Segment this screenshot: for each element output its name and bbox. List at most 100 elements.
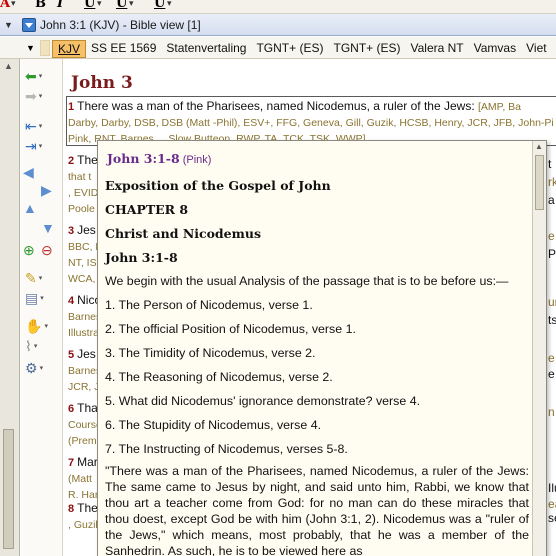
zoom-in-icon: ⊕	[23, 242, 35, 258]
verse-refs[interactable]: NT, IS	[68, 257, 97, 269]
verse-refs[interactable]: (Prem	[68, 435, 97, 447]
verse-refs[interactable]: JCR, J	[68, 381, 100, 393]
popup-point: 1. The Person of Nicodemus, verse 1.	[105, 298, 313, 312]
popup-reference[interactable]: John 3:1-8	[107, 151, 180, 166]
chevron-down-icon[interactable]: ▾	[39, 122, 43, 130]
popup-scrollbar[interactable]: ▲	[532, 141, 546, 556]
popup-heading: John 3:1-8	[105, 250, 178, 265]
scrollbar-thumb[interactable]	[535, 155, 544, 210]
sync-left-button[interactable]: ◀	[23, 163, 49, 181]
verse-fragment: e	[548, 351, 555, 365]
back-arrow-icon: ⬅	[25, 68, 37, 84]
page-icon: ▤	[25, 290, 39, 306]
chevron-down-icon[interactable]: ▾	[39, 92, 43, 100]
verse-refs[interactable]: (Matt	[68, 473, 92, 485]
verse-1[interactable]: 1 There was a man of the Pharisees, named…	[68, 98, 556, 115]
chevron-down-icon[interactable]: ▾	[39, 72, 43, 80]
verse-refs[interactable]: Darby, Darby, DSB, DSB (Matt -Phil), ESV…	[68, 117, 554, 129]
chevron-down-icon[interactable]: ▾	[40, 364, 44, 372]
verse-refs[interactable]: [AMP, Ba	[478, 101, 521, 113]
font-color-button[interactable]: A	[0, 0, 10, 11]
previous-chapter-button[interactable]: ⇤ ▾	[25, 117, 51, 135]
version-tab[interactable]: Vulgate	[552, 40, 556, 58]
forward-arrow-button[interactable]: ➡ ▾	[25, 87, 51, 105]
version-tab[interactable]: Viet	[521, 40, 551, 58]
page-button[interactable]: ▤ ▾	[25, 289, 51, 307]
version-tab[interactable]: TGNT+ (ES)	[328, 40, 405, 58]
up-button[interactable]: ▲	[23, 199, 49, 217]
chevron-down-icon[interactable]: ▾	[97, 0, 102, 9]
chevron-down-icon[interactable]: ▾	[167, 0, 172, 9]
scroll-up-icon[interactable]: ▲	[4, 61, 13, 71]
chevron-down-icon[interactable]: ▾	[39, 142, 43, 150]
verse-text: The	[77, 153, 98, 167]
verse-refs[interactable]: that t	[68, 171, 91, 183]
underline-style-button[interactable]: U	[116, 0, 127, 11]
parallel-toggle[interactable]	[40, 40, 50, 56]
left-panel-scrollbar[interactable]: ▲	[0, 59, 20, 556]
underline-button[interactable]: U	[84, 0, 95, 11]
previous-chapter-icon: ⇤	[25, 118, 37, 134]
popup-point: 3. The Timidity of Nicodemus, verse 2.	[105, 346, 316, 360]
popup-point: 2. The official Position of Nicodemus, v…	[105, 322, 356, 336]
chevron-down-icon[interactable]: ▾	[129, 0, 134, 9]
navigation-toolbar: ⬅ ▾ ➡ ▾ ⇤ ▾ ⇥ ▾ ◀ ▶ ▲ ▼ ⊕ ⊖ ✎ ▾ ▤ ▾ ✋ ▾ ⌇ ▾ ⚙ ▾	[21, 59, 63, 556]
paperclip-button[interactable]: ⌇ ▾	[25, 337, 51, 355]
chevron-down-icon[interactable]: ▼	[4, 20, 13, 30]
verse-fragment: Pl	[548, 247, 556, 261]
gear-icon: ⚙	[25, 360, 38, 376]
popup-intro: We begin with the usual Analysis of the …	[105, 274, 509, 288]
highlight-button[interactable]: ✎ ▾	[25, 269, 51, 287]
back-arrow-button[interactable]: ⬅ ▾	[25, 67, 51, 85]
forward-arrow-icon: ➡	[25, 88, 37, 104]
chevron-down-icon[interactable]: ▾	[34, 342, 38, 350]
bible-view-icon	[22, 18, 36, 32]
bold-button[interactable]: B	[35, 0, 46, 11]
verse-refs[interactable]: WCA,	[68, 273, 95, 285]
verse-refs[interactable]: Illustra	[68, 327, 99, 339]
verse-fragment: n	[548, 405, 555, 419]
verse-refs[interactable]: , EVID	[68, 187, 98, 199]
chevron-down-icon[interactable]: ▾	[40, 294, 44, 302]
chevron-down-icon[interactable]: ▾	[39, 274, 43, 282]
highlight-icon: ✎	[25, 270, 37, 286]
version-tab[interactable]: KJV	[52, 40, 87, 58]
zoom-out-icon: ⊖	[41, 242, 53, 258]
verse-fragment: ur	[548, 295, 556, 309]
version-tab[interactable]: Valera NT	[406, 40, 469, 58]
verse-fragment: rk	[548, 175, 556, 189]
verse-text: Mar	[77, 455, 98, 469]
italic-button[interactable]: I	[57, 0, 63, 11]
scroll-up-icon[interactable]: ▲	[535, 142, 543, 151]
chevron-down-icon[interactable]: ▾	[11, 0, 16, 9]
gear-button[interactable]: ⚙ ▾	[25, 359, 51, 377]
chapter-title: John 3	[71, 73, 133, 93]
verse-number: 7	[68, 457, 75, 469]
verse-fragment: t	[548, 157, 552, 171]
verse-fragment: Ilu	[548, 481, 556, 495]
scrollbar-thumb[interactable]	[3, 429, 14, 549]
popup-point: 5. What did Nicodemus' ignorance demonst…	[105, 394, 421, 408]
verse-number: 8	[68, 503, 75, 515]
verse-number: 5	[68, 349, 75, 361]
verse-text: Jes	[77, 347, 96, 361]
commentary-popup[interactable]: John 3:1-8 (Pink) Exposition of the Gospe…	[97, 140, 547, 556]
version-tab[interactable]: SS EE 1569	[86, 40, 161, 58]
verse-1-refs-line[interactable]: Darby, Darby, DSB, DSB (Matt -Phil), ESV…	[68, 114, 556, 131]
verse-refs[interactable]: , Guzik	[68, 519, 101, 531]
next-chapter-button[interactable]: ⇥ ▾	[25, 137, 51, 155]
verse-fragment: a	[548, 193, 555, 207]
verse-text: The	[77, 501, 98, 515]
chevron-down-icon[interactable]: ▼	[26, 43, 35, 53]
verse-text: There was a man of the Pharisees, named …	[77, 99, 475, 113]
verse-text: Tha	[77, 401, 98, 415]
version-tabs: KJV SS EE 1569 Statenvertaling TGNT+ (ES) TG…	[52, 40, 556, 58]
underline-color-button[interactable]: U	[154, 0, 165, 11]
hand-button[interactable]: ✋ ▾	[25, 317, 51, 335]
verse-refs[interactable]: Poole	[68, 203, 95, 215]
version-tab[interactable]: TGNT+ (ES)	[251, 40, 328, 58]
version-tab[interactable]: Statenvertaling	[161, 40, 251, 58]
popup-point: 4. The Reasoning of Nicodemus, verse 2.	[105, 370, 333, 384]
chevron-down-icon[interactable]: ▾	[44, 322, 48, 330]
version-tab[interactable]: Vamvas	[469, 40, 521, 58]
